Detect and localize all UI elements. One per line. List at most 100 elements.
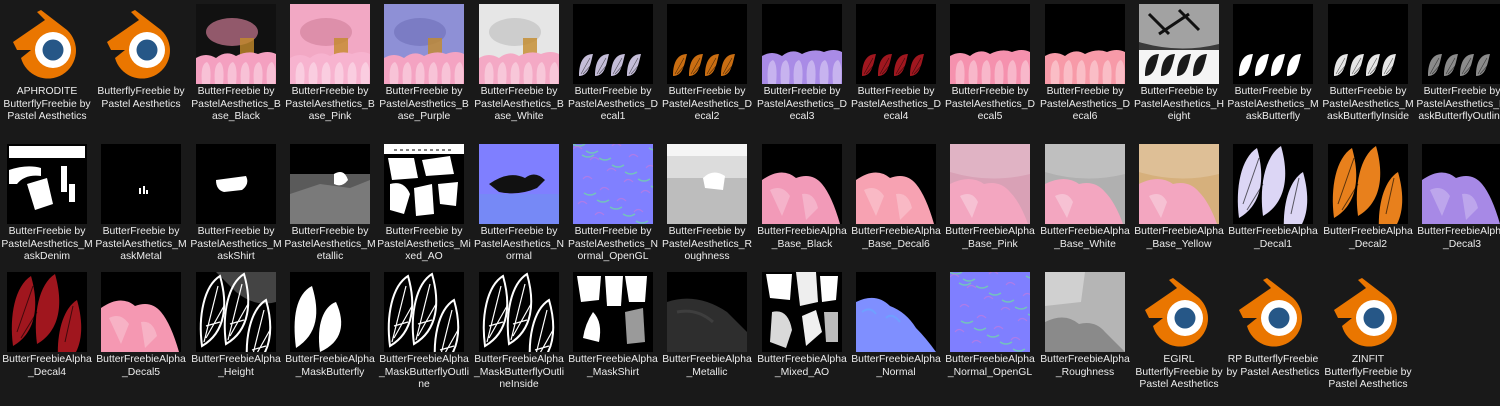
- file-name-label: ButterFreebie by PastelAesthetics_Decal2: [661, 86, 753, 122]
- file-name-label: ButterFreebieAlpha_Base_Yellow: [1134, 226, 1224, 250]
- texture-thumbnail: [1045, 272, 1125, 352]
- texture-thumbnail: [1422, 4, 1500, 84]
- texture-thumbnail: [1045, 4, 1125, 84]
- file-name-label: ButterFreebieAlpha_Roughness: [1040, 354, 1130, 378]
- file-name-label: ButterFreebie by PastelAesthetics_Base_W…: [474, 86, 564, 122]
- texture-file-item[interactable]: ButterFreebieAlpha_MaskButterflyOutlineI…: [472, 268, 566, 402]
- texture-file-item[interactable]: ButterFreebie by PastelAesthetics_MaskBu…: [1415, 0, 1500, 134]
- blend-file-item[interactable]: ZINFIT ButterflyFreebie by Pastel Aesthe…: [1321, 268, 1415, 402]
- file-name-label: ButterFreebie by PastelAesthetics_MaskBu…: [1416, 86, 1500, 122]
- file-name-label: APHRODITE ButterflyFreebie by Pastel Aes…: [3, 86, 91, 122]
- file-name-label: ButterFreebie by PastelAesthetics_Metall…: [284, 226, 376, 262]
- texture-thumbnail: [7, 272, 87, 352]
- blender-icon: [1139, 272, 1219, 352]
- blender-icon: [101, 4, 181, 84]
- texture-file-item[interactable]: ButterFreebie by PastelAesthetics_Decal6: [1038, 0, 1132, 134]
- texture-thumbnail: [479, 144, 559, 224]
- texture-thumbnail: [1139, 4, 1219, 84]
- texture-thumbnail: [1328, 144, 1408, 224]
- texture-file-item[interactable]: ButterFreebieAlpha_Height: [189, 268, 283, 402]
- texture-thumbnail: [384, 272, 464, 352]
- file-name-label: ButterFreebie by PastelAesthetics_Decal1: [567, 86, 659, 122]
- texture-thumbnail: [573, 4, 653, 84]
- file-name-label: ButterFreebieAlpha_Decal5: [96, 354, 186, 378]
- texture-file-item[interactable]: ButterFreebie by PastelAesthetics_MaskBu…: [1226, 0, 1320, 134]
- file-name-label: EGIRL ButterflyFreebie by Pastel Aesthet…: [1135, 354, 1223, 390]
- file-name-label: ButterFreebieAlpha_Base_White: [1040, 226, 1130, 250]
- texture-file-item[interactable]: ButterFreebieAlpha_MaskButterflyOutline: [377, 268, 471, 402]
- texture-file-item[interactable]: ButterFreebieAlpha_Base_Decal6: [849, 140, 943, 274]
- texture-file-item[interactable]: ButterFreebie by PastelAesthetics_Normal: [472, 140, 566, 274]
- file-name-label: ButterFreebieAlpha_Metallic: [662, 354, 752, 378]
- texture-file-item[interactable]: ButterFreebieAlpha_Base_Yellow: [1132, 140, 1226, 274]
- texture-file-item[interactable]: ButterFreebie by PastelAesthetics_Decal1: [566, 0, 660, 134]
- file-name-label: ButterFreebie by PastelAesthetics_MaskBu…: [1227, 86, 1319, 122]
- texture-thumbnail: [1139, 144, 1219, 224]
- file-name-label: ButterFreebieAlpha_Base_Pink: [945, 226, 1035, 250]
- texture-thumbnail: [196, 272, 276, 352]
- blend-file-item[interactable]: EGIRL ButterflyFreebie by Pastel Aesthet…: [1132, 268, 1226, 402]
- texture-file-item[interactable]: ButterFreebieAlpha_MaskShirt: [566, 268, 660, 402]
- texture-file-item[interactable]: ButterFreebie by PastelAesthetics_Metall…: [283, 140, 377, 274]
- blend-file-item[interactable]: RP ButterflyFreebie by Pastel Aesthetics: [1226, 268, 1320, 402]
- blend-file-item[interactable]: APHRODITE ButterflyFreebie by Pastel Aes…: [0, 0, 94, 134]
- file-name-label: ButterFreebieAlpha_MaskButterflyOutline: [378, 354, 470, 390]
- file-name-label: ButterFreebie by PastelAesthetics_Height: [1133, 86, 1225, 122]
- file-name-label: ButterFreebie by PastelAesthetics_Normal…: [567, 226, 659, 262]
- texture-file-item[interactable]: ButterFreebieAlpha_Normal_OpenGL: [943, 268, 1037, 402]
- file-name-label: ButterFreebieAlpha_Normal: [851, 354, 941, 378]
- texture-thumbnail: [1422, 144, 1500, 224]
- texture-file-item[interactable]: ButterFreebieAlpha_Decal2: [1321, 140, 1415, 274]
- file-name-label: ButterFreebieAlpha_Base_Decal6: [851, 226, 941, 250]
- texture-thumbnail: [196, 144, 276, 224]
- texture-thumbnail: [290, 272, 370, 352]
- texture-file-item[interactable]: ButterFreebieAlpha_Base_White: [1038, 140, 1132, 274]
- texture-file-item[interactable]: ButterFreebie by PastelAesthetics_Decal4: [849, 0, 943, 134]
- file-name-label: ButterFreebie by PastelAesthetics_Decal3: [756, 86, 848, 122]
- texture-thumbnail: [667, 4, 747, 84]
- texture-thumbnail: [950, 272, 1030, 352]
- texture-thumbnail: [762, 144, 842, 224]
- texture-thumbnail: [1328, 4, 1408, 84]
- texture-file-item[interactable]: ButterFreebie by PastelAesthetics_MaskMe…: [94, 140, 188, 274]
- file-name-label: ButterFreebie by PastelAesthetics_Base_P…: [379, 86, 469, 122]
- texture-file-item[interactable]: ButterFreebie by PastelAesthetics_Decal5: [943, 0, 1037, 134]
- texture-file-item[interactable]: ButterFreebie by PastelAesthetics_Normal…: [566, 140, 660, 274]
- texture-file-item[interactable]: ButterFreebieAlpha_MaskButterfly: [283, 268, 377, 402]
- texture-file-item[interactable]: ButterFreebie by PastelAesthetics_MaskSh…: [189, 140, 283, 274]
- texture-file-item[interactable]: ButterFreebieAlpha_Decal3: [1415, 140, 1500, 274]
- texture-file-item[interactable]: ButterFreebieAlpha_Decal4: [0, 268, 94, 402]
- file-grid: APHRODITE ButterflyFreebie by Pastel Aes…: [0, 0, 1500, 406]
- blend-file-item[interactable]: ButterflyFreebie by Pastel Aesthetics: [94, 0, 188, 134]
- texture-file-item[interactable]: ButterFreebie by PastelAesthetics_MaskDe…: [0, 140, 94, 274]
- file-name-label: ButterFreebieAlpha_Mixed_AO: [757, 354, 847, 378]
- texture-thumbnail: [290, 4, 370, 84]
- texture-file-item[interactable]: ButterFreebie by PastelAesthetics_Height: [1132, 0, 1226, 134]
- texture-file-item[interactable]: ButterFreebie by PastelAesthetics_Mixed_…: [377, 140, 471, 274]
- texture-file-item[interactable]: ButterFreebieAlpha_Normal: [849, 268, 943, 402]
- file-name-label: ButterFreebieAlpha_MaskButterflyOutlineI…: [473, 354, 565, 390]
- texture-thumbnail: [290, 144, 370, 224]
- texture-file-item[interactable]: ButterFreebie by PastelAesthetics_Decal3: [755, 0, 849, 134]
- texture-file-item[interactable]: ButterFreebie by PastelAesthetics_Base_B…: [189, 0, 283, 134]
- texture-file-item[interactable]: ButterFreebieAlpha_Base_Black: [755, 140, 849, 274]
- texture-file-item[interactable]: ButterFreebieAlpha_Mixed_AO: [755, 268, 849, 402]
- texture-thumbnail: [196, 4, 276, 84]
- texture-file-item[interactable]: ButterFreebie by PastelAesthetics_Roughn…: [660, 140, 754, 274]
- file-name-label: ButterFreebieAlpha_Decal2: [1323, 226, 1413, 250]
- texture-file-item[interactable]: ButterFreebie by PastelAesthetics_Base_P…: [283, 0, 377, 134]
- texture-file-item[interactable]: ButterFreebieAlpha_Decal1: [1226, 140, 1320, 274]
- texture-file-item[interactable]: ButterFreebieAlpha_Base_Pink: [943, 140, 1037, 274]
- texture-thumbnail: [7, 144, 87, 224]
- texture-file-item[interactable]: ButterFreebie by PastelAesthetics_Base_W…: [472, 0, 566, 134]
- texture-file-item[interactable]: ButterFreebieAlpha_Decal5: [94, 268, 188, 402]
- file-name-label: ButterFreebie by PastelAesthetics_Base_P…: [285, 86, 375, 122]
- texture-thumbnail: [384, 144, 464, 224]
- texture-file-item[interactable]: ButterFreebieAlpha_Roughness: [1038, 268, 1132, 402]
- texture-thumbnail: [101, 144, 181, 224]
- texture-file-item[interactable]: ButterFreebie by PastelAesthetics_MaskBu…: [1321, 0, 1415, 134]
- texture-file-item[interactable]: ButterFreebie by PastelAesthetics_Base_P…: [377, 0, 471, 134]
- texture-file-item[interactable]: ButterFreebie by PastelAesthetics_Decal2: [660, 0, 754, 134]
- texture-thumbnail: [667, 272, 747, 352]
- texture-file-item[interactable]: ButterFreebieAlpha_Metallic: [660, 268, 754, 402]
